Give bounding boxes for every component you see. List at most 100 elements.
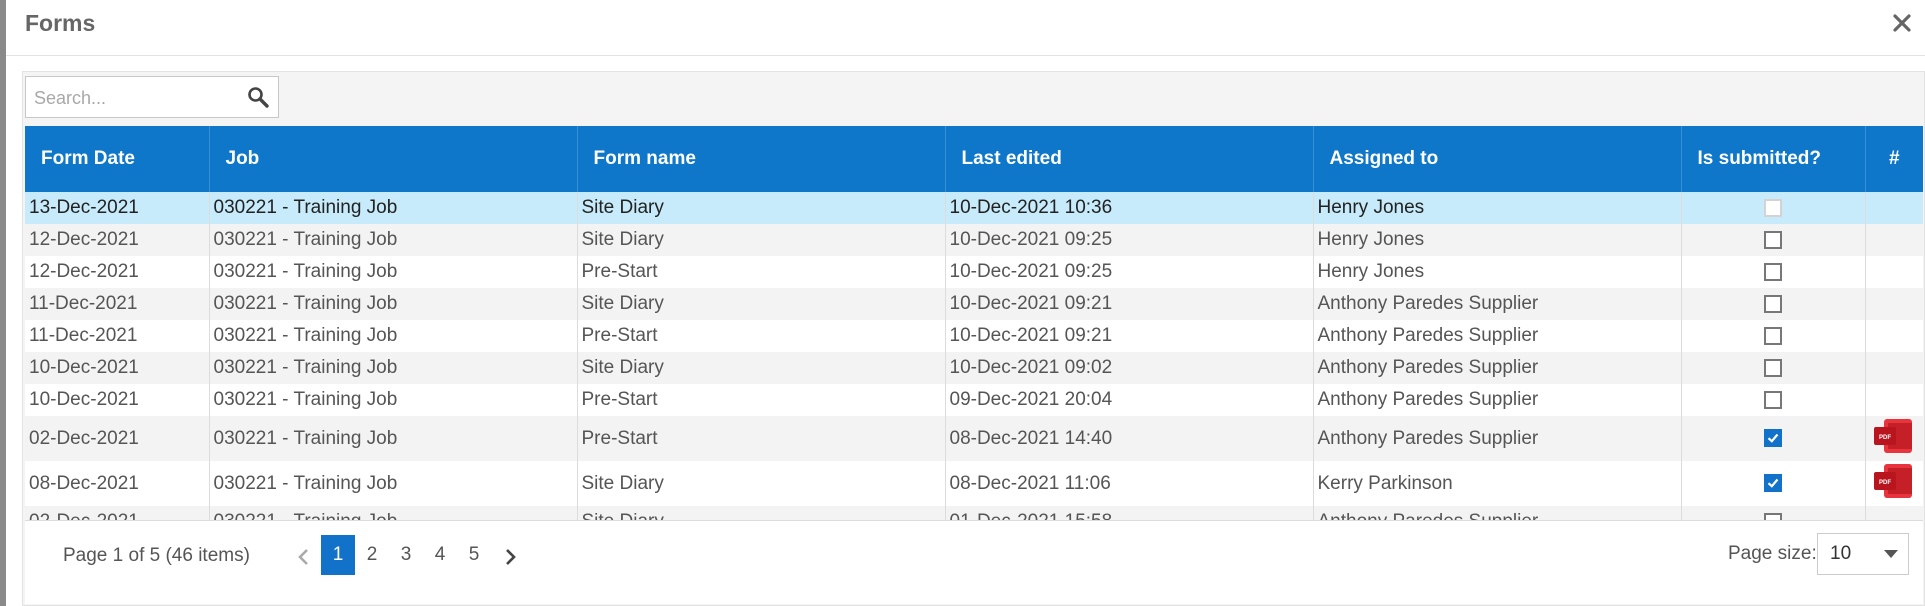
cell-form-date: 08-Dec-2021	[25, 461, 210, 506]
prev-page-button[interactable]	[289, 541, 317, 573]
forms-grid: Form Date Job Form name Last edited Assi…	[22, 71, 1925, 606]
cell-is-submitted	[1681, 288, 1866, 320]
svg-text:PDF: PDF	[1879, 435, 1891, 441]
cell-form-name: Pre-Start	[577, 320, 946, 352]
cell-is-submitted	[1681, 384, 1866, 416]
page-button-5[interactable]: 5	[457, 535, 491, 575]
pager: Page 1 of 5 (46 items) 1 2 3 4 5 Page si…	[25, 520, 1923, 604]
pdf-file-icon[interactable]: PDF	[1874, 463, 1914, 504]
table-body: 13-Dec-2021 030221 - Training Job Site Dia…	[25, 192, 1923, 538]
cell-job: 030221 - Training Job	[209, 320, 578, 352]
column-header-form-date[interactable]: Form Date	[25, 126, 210, 192]
cell-job: 030221 - Training Job	[209, 461, 578, 506]
page-numbers: 1 2 3 4 5	[321, 535, 491, 575]
column-header-last-edited[interactable]: Last edited	[945, 126, 1314, 192]
cell-assigned-to: Anthony Paredes Supplier	[1313, 320, 1682, 352]
cell-is-submitted	[1681, 461, 1866, 506]
grid-toolbar	[23, 72, 1924, 126]
cell-form-date: 10-Dec-2021	[25, 352, 210, 384]
cell-attachment	[1865, 320, 1923, 352]
cell-is-submitted	[1681, 256, 1866, 288]
submitted-checkbox[interactable]	[1764, 358, 1782, 377]
submitted-checkbox[interactable]	[1764, 294, 1782, 313]
search-box[interactable]	[25, 76, 279, 118]
cell-job: 030221 - Training Job	[209, 416, 578, 461]
cell-form-date: 10-Dec-2021	[25, 384, 210, 416]
cell-last-edited: 08-Dec-2021 11:06	[945, 461, 1314, 506]
cell-job: 030221 - Training Job	[209, 288, 578, 320]
pdf-file-icon[interactable]: PDF	[1874, 418, 1914, 459]
cell-job: 030221 - Training Job	[209, 384, 578, 416]
submitted-checkbox[interactable]	[1764, 474, 1782, 493]
cell-assigned-to: Anthony Paredes Supplier	[1313, 352, 1682, 384]
column-header-hash[interactable]: #	[1865, 126, 1923, 192]
close-icon	[1893, 14, 1911, 32]
table-row[interactable]: 10-Dec-2021 030221 - Training Job Site Dia…	[25, 352, 1923, 384]
column-header-job[interactable]: Job	[209, 126, 578, 192]
cell-last-edited: 10-Dec-2021 09:25	[945, 224, 1314, 256]
cell-form-name: Site Diary	[577, 461, 946, 506]
page-info: Page 1 of 5 (46 items)	[63, 545, 250, 566]
next-page-button[interactable]	[497, 541, 525, 573]
submitted-checkbox[interactable]	[1764, 326, 1782, 345]
table-row[interactable]: 12-Dec-2021 030221 - Training Job Pre-Star…	[25, 256, 1923, 288]
chevron-left-icon	[298, 549, 308, 565]
cell-job: 030221 - Training Job	[209, 256, 578, 288]
submitted-checkbox[interactable]	[1764, 429, 1782, 448]
close-button[interactable]	[1885, 6, 1919, 40]
cell-form-name: Pre-Start	[577, 416, 946, 461]
cell-form-date: 12-Dec-2021	[25, 256, 210, 288]
cell-form-name: Site Diary	[577, 224, 946, 256]
cell-attachment	[1865, 384, 1923, 416]
cell-form-name: Pre-Start	[577, 256, 946, 288]
cell-job: 030221 - Training Job	[209, 224, 578, 256]
table-row[interactable]: 08-Dec-2021 030221 - Training Job Site Dia…	[25, 461, 1923, 506]
cell-job: 030221 - Training Job	[209, 352, 578, 384]
page-size-select[interactable]: 10	[1817, 533, 1909, 575]
submitted-checkbox[interactable]	[1764, 230, 1782, 249]
cell-form-date: 11-Dec-2021	[25, 288, 210, 320]
page-button-1[interactable]: 1	[321, 535, 355, 575]
submitted-checkbox[interactable]	[1764, 390, 1782, 409]
table-row[interactable]: 11-Dec-2021 030221 - Training Job Site Dia…	[25, 288, 1923, 320]
cell-form-date: 02-Dec-2021	[25, 416, 210, 461]
cell-form-name: Site Diary	[577, 192, 946, 224]
cell-last-edited: 10-Dec-2021 09:02	[945, 352, 1314, 384]
cell-last-edited: 10-Dec-2021 09:25	[945, 256, 1314, 288]
cell-is-submitted	[1681, 352, 1866, 384]
cell-assigned-to: Kerry Parkinson	[1313, 461, 1682, 506]
cell-is-submitted	[1681, 416, 1866, 461]
search-icon[interactable]	[246, 85, 270, 109]
cell-form-date: 13-Dec-2021	[25, 192, 210, 224]
column-header-form-name[interactable]: Form name	[577, 126, 946, 192]
cell-attachment	[1865, 192, 1923, 224]
cell-attachment: PDF	[1865, 461, 1923, 506]
cell-form-name: Site Diary	[577, 288, 946, 320]
cell-is-submitted	[1681, 192, 1866, 224]
cell-form-date: 11-Dec-2021	[25, 320, 210, 352]
forms-table: Form Date Job Form name Last edited Assi…	[25, 126, 1923, 538]
cell-last-edited: 08-Dec-2021 14:40	[945, 416, 1314, 461]
column-header-is-submitted[interactable]: Is submitted?	[1681, 126, 1866, 192]
cell-assigned-to: Anthony Paredes Supplier	[1313, 384, 1682, 416]
search-input[interactable]	[32, 83, 236, 113]
cell-form-name: Site Diary	[577, 352, 946, 384]
table-row[interactable]: 13-Dec-2021 030221 - Training Job Site Dia…	[25, 192, 1923, 224]
table-row[interactable]: 10-Dec-2021 030221 - Training Job Pre-Star…	[25, 384, 1923, 416]
cell-last-edited: 10-Dec-2021 10:36	[945, 192, 1314, 224]
page-button-2[interactable]: 2	[355, 535, 389, 575]
table-header: Form Date Job Form name Last edited Assi…	[25, 126, 1923, 192]
submitted-checkbox[interactable]	[1764, 198, 1782, 217]
submitted-checkbox[interactable]	[1764, 262, 1782, 281]
table-row[interactable]: 11-Dec-2021 030221 - Training Job Pre-Star…	[25, 320, 1923, 352]
cell-attachment	[1865, 288, 1923, 320]
table-row[interactable]: 12-Dec-2021 030221 - Training Job Site Dia…	[25, 224, 1923, 256]
page-button-3[interactable]: 3	[389, 535, 423, 575]
cell-assigned-to: Anthony Paredes Supplier	[1313, 416, 1682, 461]
svg-text:PDF: PDF	[1879, 480, 1891, 486]
page-button-4[interactable]: 4	[423, 535, 457, 575]
cell-assigned-to: Henry Jones	[1313, 256, 1682, 288]
dialog-titlebar: Forms	[6, 0, 1925, 56]
column-header-assigned-to[interactable]: Assigned to	[1313, 126, 1682, 192]
table-row[interactable]: 02-Dec-2021 030221 - Training Job Pre-Star…	[25, 416, 1923, 461]
